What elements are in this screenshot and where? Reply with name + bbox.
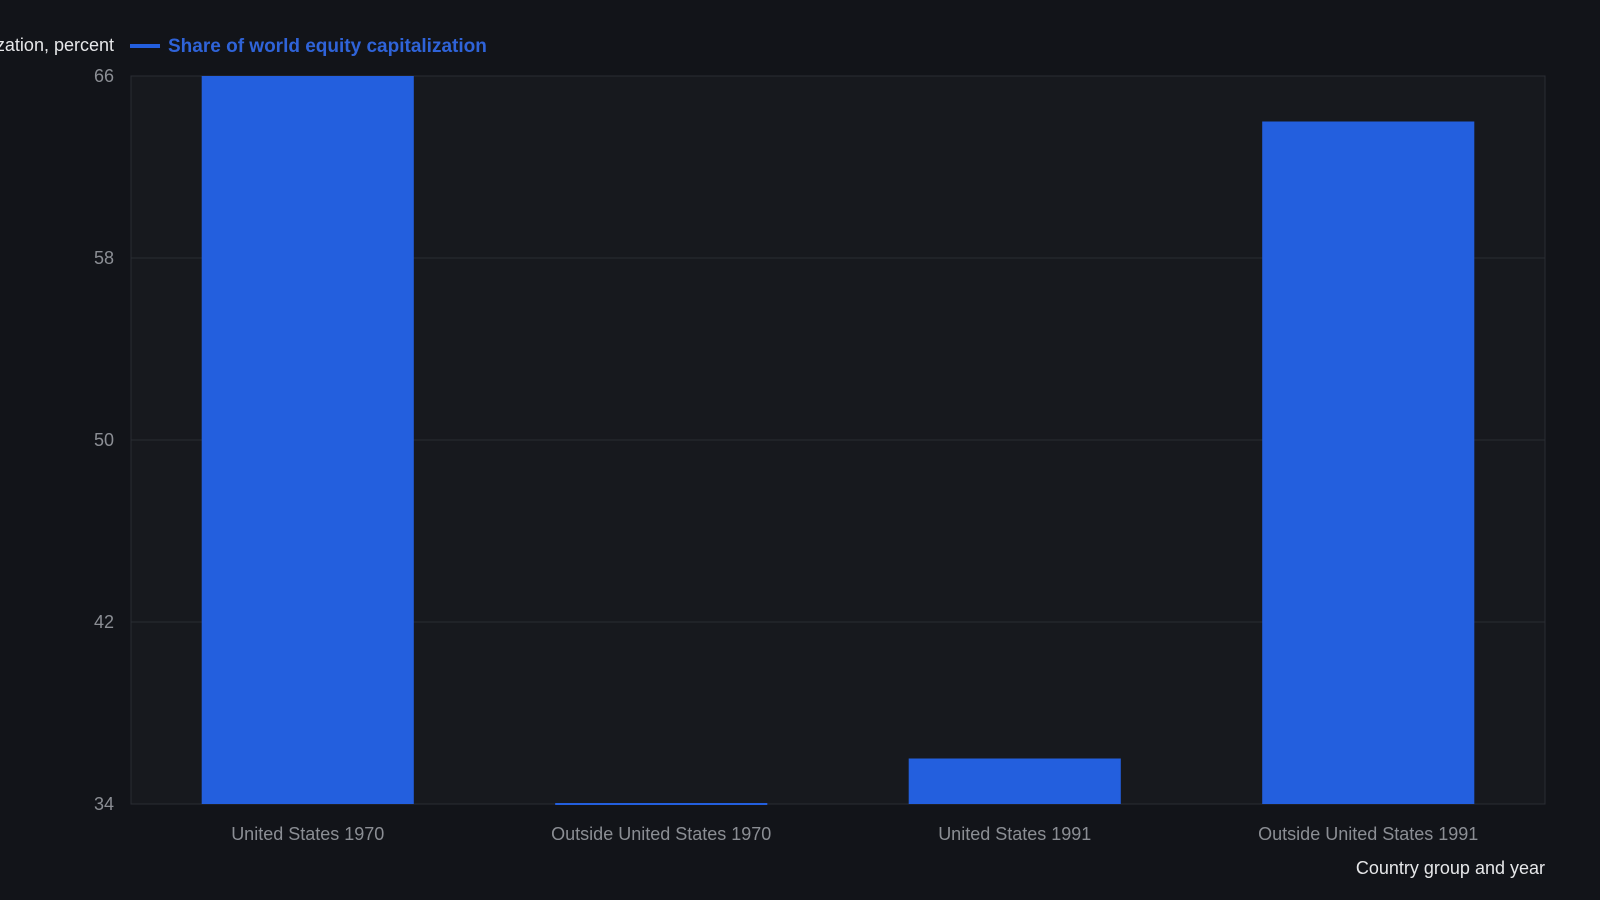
y-tick-label: 34 — [94, 794, 114, 814]
y-tick-label: 50 — [94, 430, 114, 450]
bar — [555, 803, 768, 805]
bar — [1262, 121, 1475, 804]
legend: Share of world equity capitalization — [130, 36, 487, 57]
x-tick-label: Outside United States 1970 — [551, 824, 771, 844]
legend-label: Share of world equity capitalization — [168, 36, 487, 57]
x-tick-labels: United States 1970 Outside United States … — [231, 824, 1478, 844]
y-axis-title: Share of world equity capitalization, pe… — [0, 35, 114, 55]
bar-chart: 34 42 50 58 66 United States 1970 Outside Uni… — [0, 35, 1546, 878]
bar — [201, 76, 414, 804]
x-tick-label: United States 1970 — [231, 824, 384, 844]
y-tick-label: 42 — [94, 612, 114, 632]
y-tick-labels: 34 42 50 58 66 — [94, 66, 114, 814]
x-tick-label: Outside United States 1991 — [1258, 824, 1478, 844]
x-axis-title: Country group and year — [1356, 858, 1545, 878]
y-tick-label: 58 — [94, 248, 114, 268]
y-tick-label: 66 — [94, 66, 114, 86]
x-tick-label: United States 1991 — [938, 824, 1091, 844]
bar — [908, 758, 1121, 804]
